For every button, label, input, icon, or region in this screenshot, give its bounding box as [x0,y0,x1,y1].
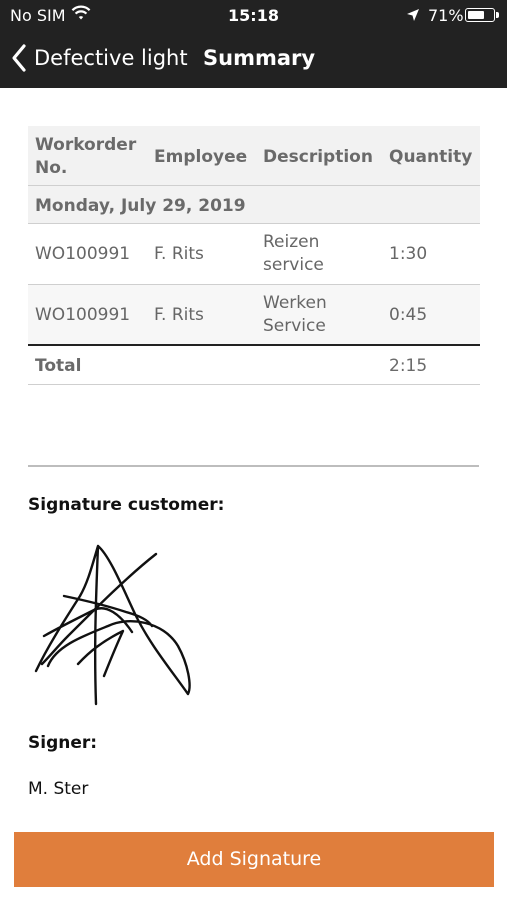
status-bar: No SIM 15:18 71% [0,0,507,30]
table-header: Workorder No. Employee Description Quant… [28,126,480,186]
hours-table: Workorder No. Employee Description Quant… [28,126,480,385]
section-divider [28,465,479,467]
signature-label: Signature customer: [28,495,225,515]
header-workorder: Workorder No. [35,134,136,180]
battery-nub [496,12,499,18]
header-description: Description [263,147,373,167]
signer-name: M. Ster [28,779,89,799]
cell-description: Reizen service [263,231,324,277]
date-group-row: Monday, July 29, 2019 [28,186,480,224]
header-workorder-line2: No. [35,158,68,178]
cell-quantity: 1:30 [389,244,428,264]
description-line1: Reizen [263,232,320,252]
back-button-label: Defective light [34,46,188,70]
total-row: Total 2:15 [28,346,480,385]
cell-employee: F. Rits [154,305,204,325]
page-title: Summary [203,46,316,70]
total-value: 2:15 [389,356,428,376]
cell-employee: F. Rits [154,244,204,264]
total-label: Total [35,356,82,376]
table-row: WO100991 F. Rits Werken Service 0:45 [28,285,480,346]
back-button[interactable]: Defective light [10,36,188,80]
navigation-bar: Defective light Summary [0,36,507,80]
cell-quantity: 0:45 [389,305,428,325]
cell-workorder: WO100991 [35,244,131,264]
group-date: Monday, July 29, 2019 [35,196,246,216]
battery-percent: 71% [428,6,464,25]
cell-description: Werken Service [263,292,327,338]
table-row: WO100991 F. Rits Reizen service 1:30 [28,224,480,285]
signer-label: Signer: [28,733,98,753]
signature-image [28,536,198,708]
header-quantity: Quantity [389,147,473,167]
description-line2: Service [263,316,326,336]
add-signature-button[interactable]: Add Signature [14,832,494,887]
description-line2: service [263,255,324,275]
app-header: No SIM 15:18 71% Defective light Summary [0,0,507,88]
battery-icon [465,8,499,22]
header-workorder-line1: Workorder [35,135,137,155]
description-line1: Werken [263,293,327,313]
cell-workorder: WO100991 [35,305,131,325]
location-arrow-icon [406,7,420,21]
header-employee: Employee [154,147,248,167]
chevron-left-icon [12,44,26,72]
battery-fill [468,11,484,19]
